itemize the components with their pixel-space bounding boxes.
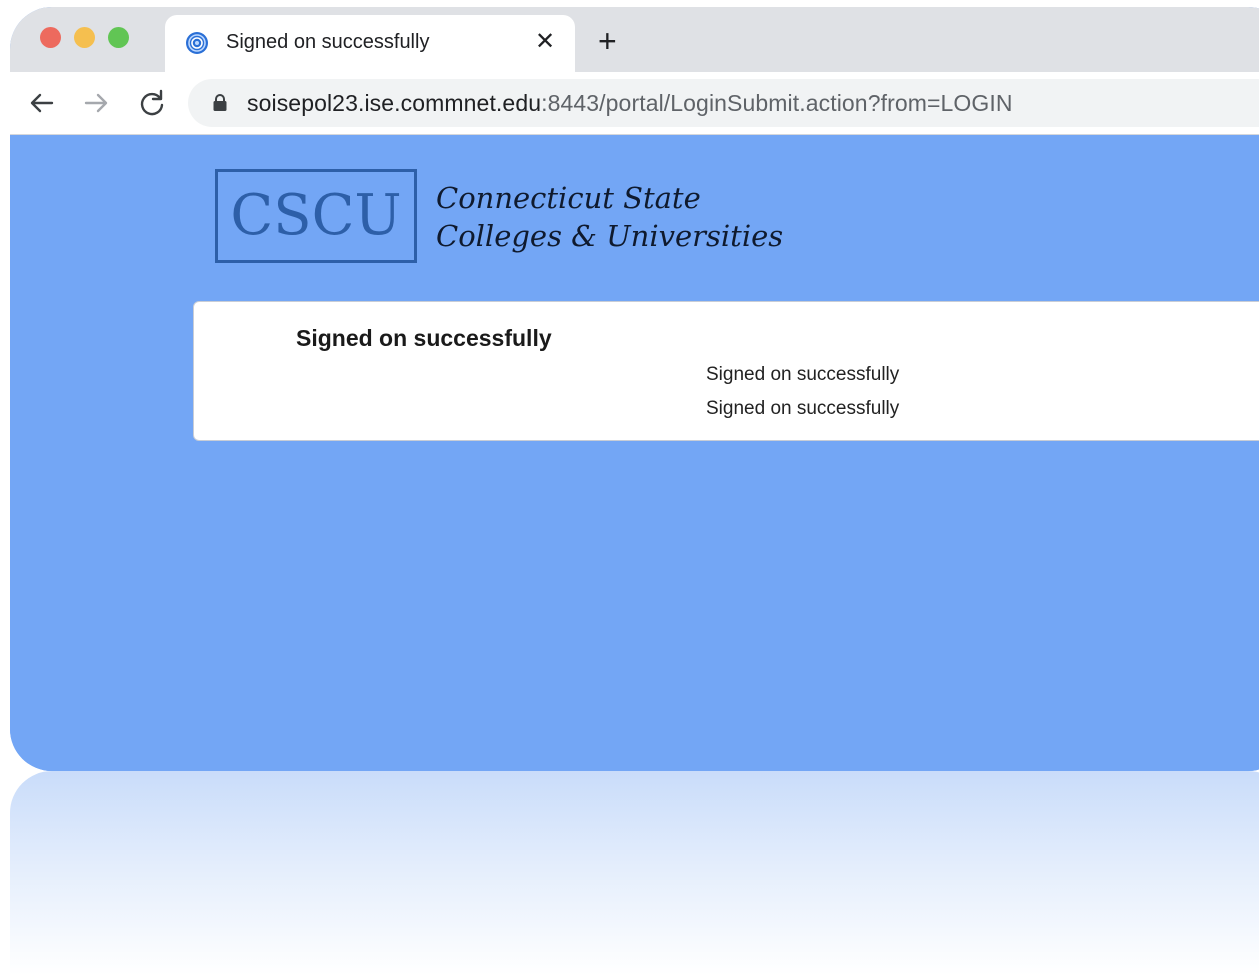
page-content: CSCU Connecticut State Colleges & Univer… bbox=[10, 135, 1259, 771]
lock-icon[interactable] bbox=[212, 93, 228, 113]
url-path: :8443/portal/LoginSubmit.action?from=LOG… bbox=[541, 90, 1013, 116]
back-arrow-icon[interactable] bbox=[25, 86, 59, 120]
url-host: soisepol23.ise.commnet.edu bbox=[247, 90, 542, 116]
close-window-button[interactable] bbox=[40, 27, 61, 48]
window-reflection bbox=[10, 771, 1259, 975]
tab-close-icon[interactable]: ✕ bbox=[535, 29, 555, 55]
zoom-window-button[interactable] bbox=[108, 27, 129, 48]
status-title: Signed on successfully bbox=[296, 325, 552, 351]
cscu-logo: CSCU bbox=[215, 169, 417, 263]
globe-favicon-icon bbox=[186, 32, 208, 54]
institution-name: Connecticut State Colleges & Universitie… bbox=[436, 179, 783, 255]
status-message: Signed on successfully bbox=[706, 364, 900, 385]
status-card: Signed on successfully Signed on success… bbox=[193, 301, 1259, 441]
reload-icon[interactable] bbox=[135, 86, 169, 120]
address-url[interactable]: soisepol23.ise.commnet.edu:8443/portal/L… bbox=[247, 90, 1013, 117]
active-tab[interactable]: Signed on successfully ✕ bbox=[165, 15, 575, 72]
institution-name-line2: Colleges & Universities bbox=[436, 219, 784, 253]
browser-window: Signed on successfully ✕ + soisepol23.is… bbox=[10, 7, 1259, 771]
logo-abbreviation: CSCU bbox=[230, 183, 402, 248]
tab-strip: Signed on successfully ✕ + bbox=[10, 7, 1259, 72]
forward-arrow-icon[interactable] bbox=[79, 86, 113, 120]
status-message: Signed on successfully bbox=[706, 398, 900, 419]
address-bar[interactable]: soisepol23.ise.commnet.edu:8443/portal/L… bbox=[188, 79, 1259, 127]
new-tab-icon[interactable]: + bbox=[598, 25, 617, 57]
tab-title: Signed on successfully bbox=[226, 31, 430, 53]
minimize-window-button[interactable] bbox=[74, 27, 95, 48]
institution-name-line1: Connecticut State bbox=[436, 181, 701, 215]
browser-toolbar: soisepol23.ise.commnet.edu:8443/portal/L… bbox=[10, 72, 1259, 135]
